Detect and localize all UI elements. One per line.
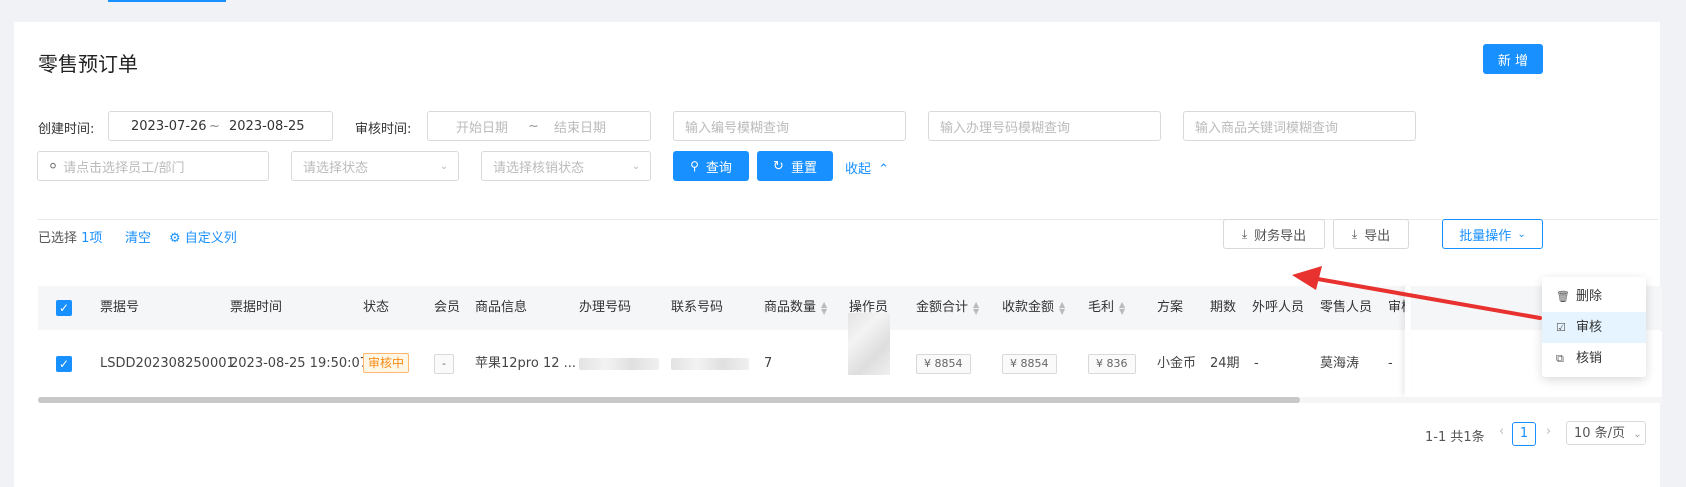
annotation-arrow (1292, 266, 1542, 320)
prev-page-icon[interactable]: ‹ (1499, 424, 1504, 439)
page-size-select[interactable]: 10 条/页 ⌄ (1566, 421, 1646, 445)
chevron-down-icon: ⌄ (1633, 429, 1642, 440)
page-1-button[interactable]: 1 (1512, 422, 1536, 446)
next-page-icon[interactable]: › (1546, 424, 1551, 439)
page-size-label: 10 条/页 (1574, 426, 1626, 441)
pagination-summary: 1-1 共1条 (1425, 430, 1485, 445)
